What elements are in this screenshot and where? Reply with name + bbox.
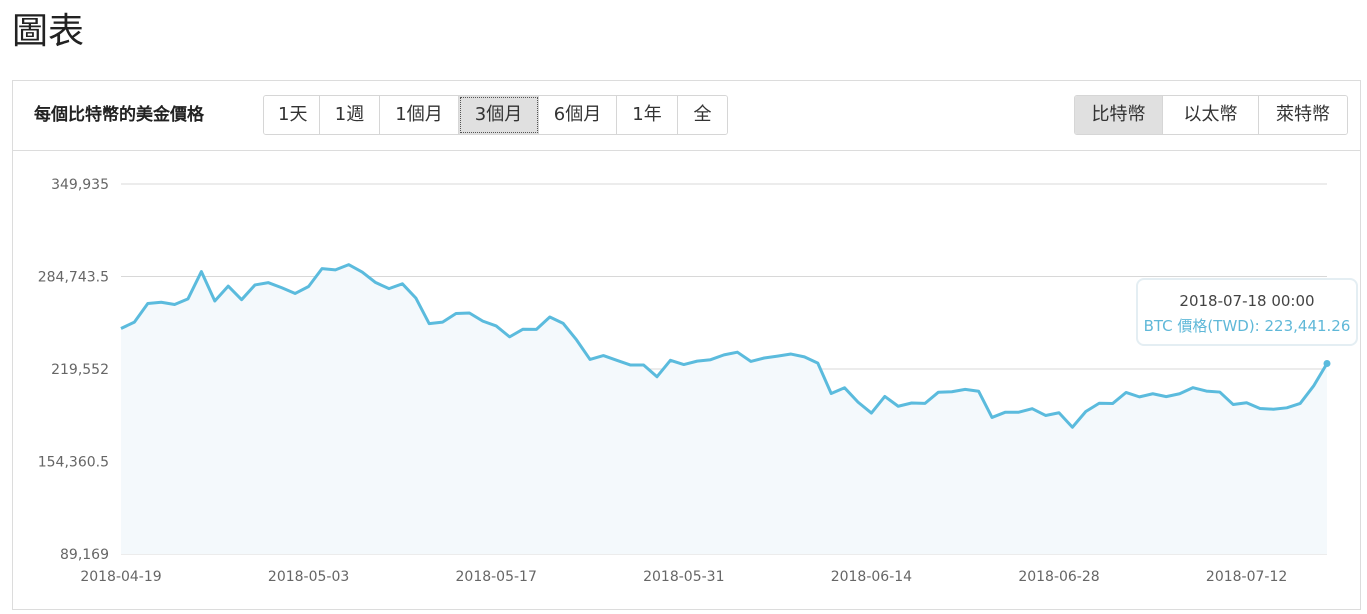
range-button-1m[interactable]: 1個月: [380, 96, 459, 134]
page-title: 圖表: [12, 11, 85, 52]
x-tick-label: 2018-06-28: [1018, 569, 1099, 585]
chart-panel-header: 每個比特幣的美金價格 1天 1週 1個月 3個月 6個月 1年 全 比特幣 以太…: [13, 81, 1360, 151]
tooltip-value: BTC 價格(TWD): 223,441.26: [1143, 317, 1351, 335]
x-tick-label: 2018-05-17: [456, 569, 537, 585]
chart-tooltip: 2018-07-18 00:00 BTC 價格(TWD): 223,441.26: [1136, 278, 1358, 346]
x-tick-label: 2018-04-19: [80, 569, 161, 585]
range-button-3m[interactable]: 3個月: [459, 96, 539, 134]
x-tick-label: 2018-05-03: [268, 569, 349, 585]
range-button-1d[interactable]: 1天: [264, 96, 320, 134]
range-button-group: 1天 1週 1個月 3個月 6個月 1年 全: [263, 95, 728, 135]
range-button-6m[interactable]: 6個月: [539, 96, 617, 134]
chart-panel: 每個比特幣的美金價格 1天 1週 1個月 3個月 6個月 1年 全 比特幣 以太…: [12, 80, 1361, 610]
chart-panel-label: 每個比特幣的美金價格: [34, 105, 204, 125]
range-button-1y[interactable]: 1年: [617, 96, 678, 134]
x-tick-label: 2018-07-12: [1206, 569, 1287, 585]
y-tick-label: 154,360.5: [38, 455, 109, 471]
range-button-all[interactable]: 全: [678, 96, 727, 134]
y-tick-label: 349,935: [51, 177, 109, 193]
coin-button-group: 比特幣 以太幣 萊特幣: [1074, 95, 1348, 135]
x-tick-label: 2018-05-31: [643, 569, 724, 585]
y-tick-label: 89,169: [60, 547, 109, 563]
y-tick-label: 284,743.5: [38, 270, 109, 286]
price-chart: 349,935 284,743.5 219,552 154,360.5 89,169 20…: [38, 177, 1331, 585]
chart-area: 349,935 284,743.5 219,552 154,360.5 89,169 20…: [13, 151, 1360, 609]
last-point-marker: [1323, 359, 1331, 367]
tooltip-date: 2018-07-18 00:00: [1179, 292, 1315, 310]
x-tick-label: 2018-06-14: [831, 569, 912, 585]
coin-button-litecoin[interactable]: 萊特幣: [1259, 96, 1347, 134]
coin-button-bitcoin[interactable]: 比特幣: [1075, 96, 1163, 134]
coin-button-ethereum[interactable]: 以太幣: [1163, 96, 1259, 134]
range-button-1w[interactable]: 1週: [320, 96, 380, 134]
y-tick-label: 219,552: [51, 362, 109, 378]
